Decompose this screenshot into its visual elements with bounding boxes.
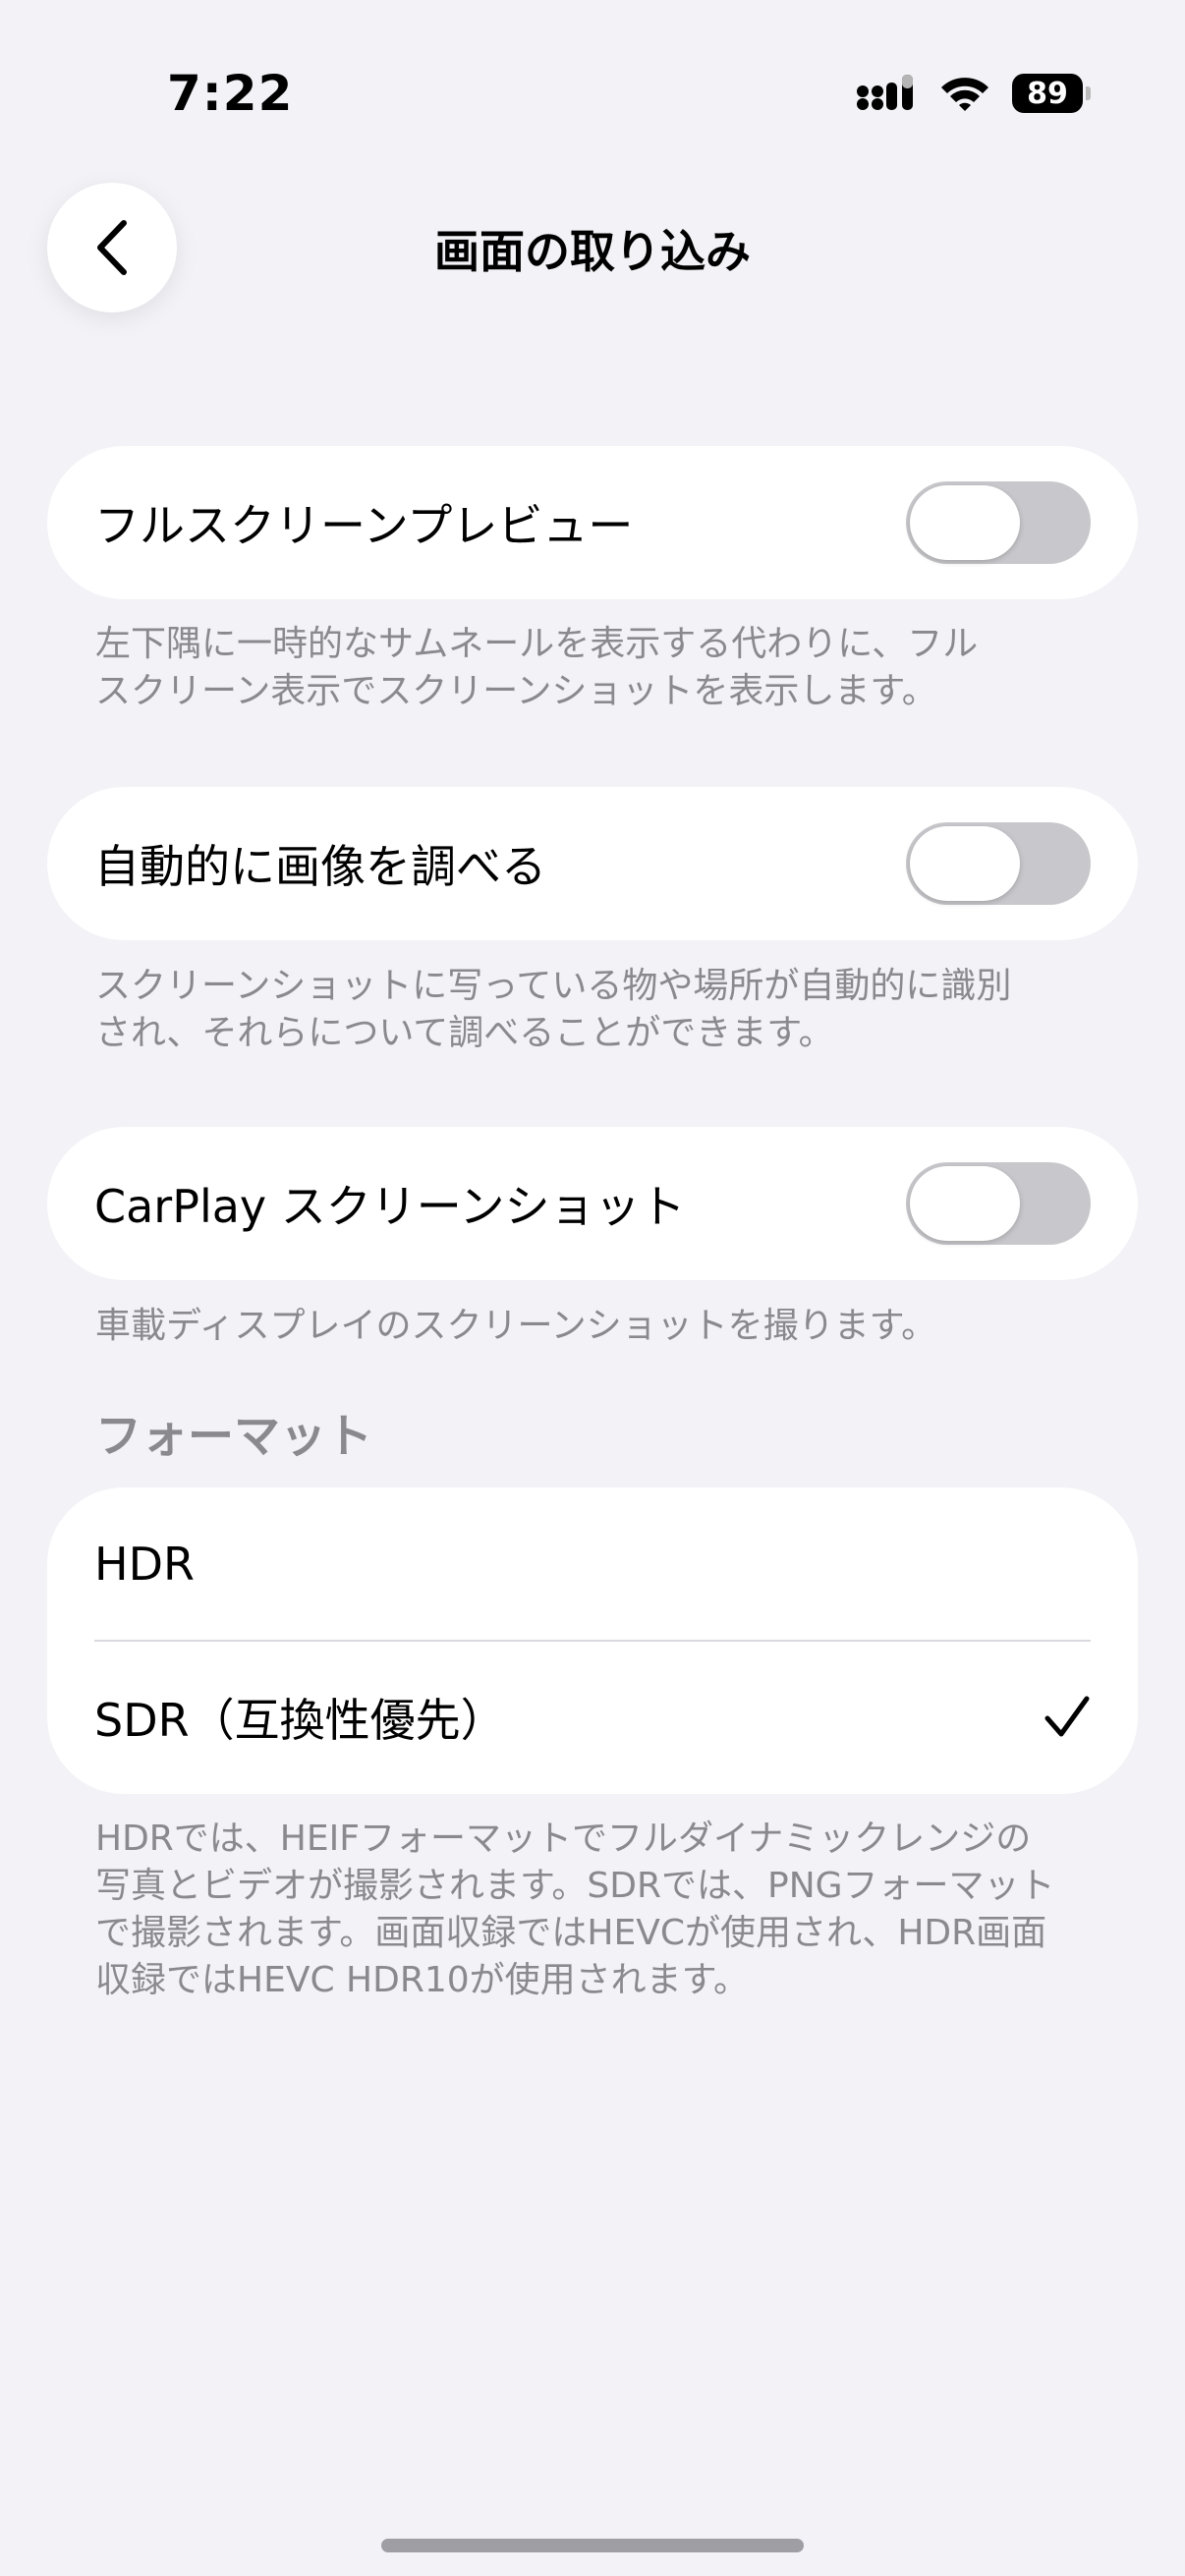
cellular-signal-icon: [857, 75, 913, 110]
status-time: 7:22: [167, 65, 294, 122]
format-card: HDR SDR（互換性優先）: [47, 1487, 1138, 1794]
format-footnote: HDRでは、HEIFフォーマットでフルダイナミックレンジの 写真とビデオが撮影さ…: [95, 1816, 1098, 2004]
carplay-toggle[interactable]: [906, 1162, 1091, 1245]
toggle-knob: [910, 826, 1020, 901]
footnote-line: スクリーンショットに写っている物や場所が自動的に識別: [95, 966, 1012, 1006]
footnote-line: スクリーン表示でスクリーンショットを表示します。: [95, 671, 937, 711]
fullscreen-preview-row[interactable]: フルスクリーンプレビュー: [47, 446, 1138, 599]
checkmark-icon: [1044, 1696, 1090, 1737]
page-title: 画面の取り込み: [434, 225, 751, 278]
auto-lookup-row[interactable]: 自動的に画像を調べる: [47, 787, 1138, 940]
format-option-label: HDR: [94, 1538, 195, 1591]
home-indicator[interactable]: [381, 2539, 804, 2552]
fullscreen-preview-label: フルスクリーンプレビュー: [94, 499, 634, 552]
format-option-hdr[interactable]: HDR: [47, 1487, 1138, 1641]
format-option-sdr[interactable]: SDR（互換性優先）: [47, 1641, 1138, 1794]
footnote-line: 収録ではHEVC HDR10が使用されます。: [95, 1960, 750, 2000]
auto-lookup-footnote: スクリーンショットに写っている物や場所が自動的に識別 され、それらについて調べる…: [95, 963, 1098, 1057]
carplay-label: CarPlay スクリーンショット: [94, 1180, 686, 1233]
footnote-line: され、それらについて調べることができます。: [95, 1013, 834, 1053]
footnote-line: 左下隅に一時的なサムネールを表示する代わりに、フル: [95, 624, 979, 664]
toggle-knob: [910, 485, 1020, 560]
wifi-icon: [941, 78, 988, 111]
footnote-line: 写真とビデオが撮影されます。SDRでは、PNGフォーマット: [95, 1866, 1055, 1906]
footnote-line: で撮影されます。画面収録ではHEVCが使用され、HDR画面: [95, 1913, 1047, 1953]
fullscreen-preview-toggle[interactable]: [906, 481, 1091, 564]
fullscreen-preview-footnote: 左下隅に一時的なサムネールを表示する代わりに、フル スクリーン表示でスクリーンシ…: [95, 621, 1098, 715]
format-section-header: フォーマット: [95, 1410, 372, 1464]
footnote-line: HDRでは、HEIFフォーマットでフルダイナミックレンジの: [95, 1819, 1032, 1859]
carplay-row[interactable]: CarPlay スクリーンショット: [47, 1127, 1138, 1280]
toggle-knob: [910, 1166, 1020, 1241]
battery-icon: 89: [1012, 74, 1091, 113]
format-option-label: SDR（互換性優先）: [94, 1694, 506, 1747]
auto-lookup-toggle[interactable]: [906, 822, 1091, 905]
status-icons: 89: [857, 69, 1091, 118]
auto-lookup-label: 自動的に画像を調べる: [94, 840, 546, 893]
carplay-footnote: 車載ディスプレイのスクリーンショットを撮ります。: [95, 1306, 937, 1346]
